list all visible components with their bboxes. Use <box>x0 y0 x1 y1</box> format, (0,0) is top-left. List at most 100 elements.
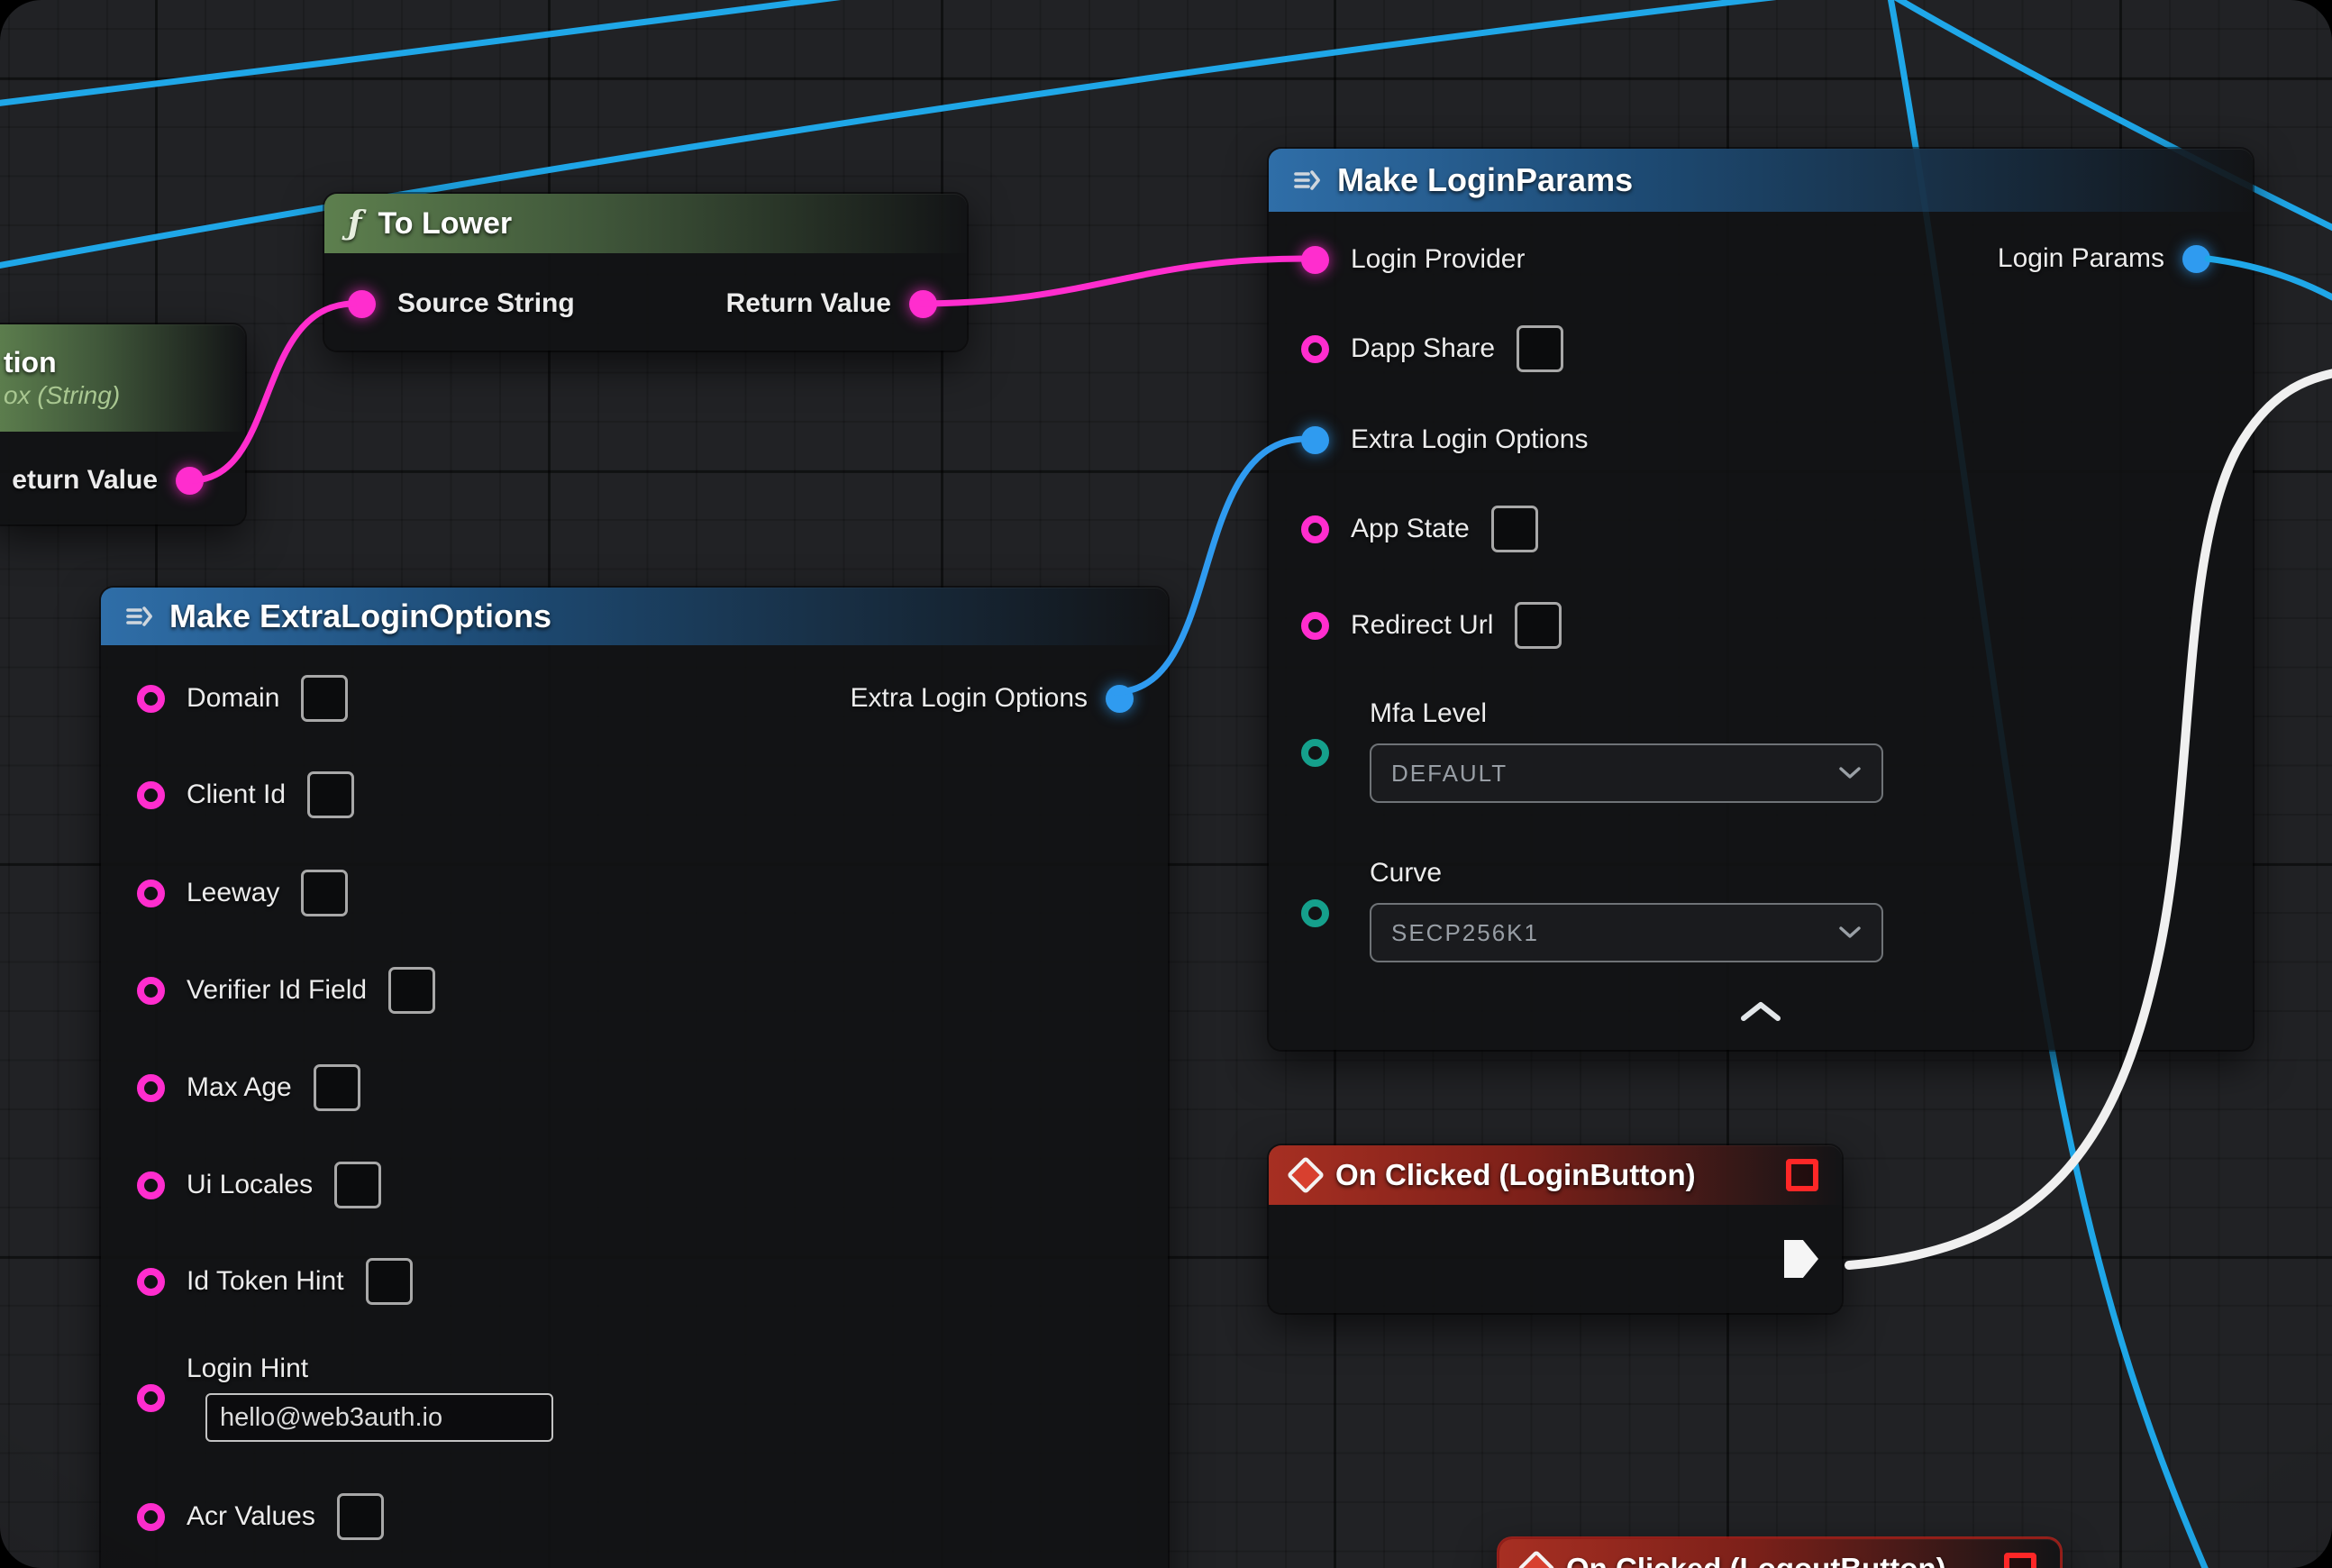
wire-tolower-to-login-provider[interactable] <box>915 259 1305 304</box>
pin-label: Client Id <box>187 779 286 810</box>
wire-cyan-topleft-2[interactable] <box>0 0 1027 106</box>
pin-acr-values[interactable] <box>137 1503 165 1531</box>
node-make-extra-login-options[interactable]: Make ExtraLoginOptions Domain Extra Logi… <box>101 588 1168 1568</box>
pin-ui-locales[interactable] <box>137 1171 165 1199</box>
pin-login-provider[interactable] <box>1301 246 1329 274</box>
node-title: tion <box>4 346 57 379</box>
pin-id-token-hint[interactable] <box>137 1268 165 1296</box>
pin-label: Extra Login Options <box>851 683 1088 714</box>
pin-dapp-share[interactable] <box>1301 335 1329 363</box>
pin-row-client-id: Client Id <box>137 770 354 819</box>
acr-values-checkbox[interactable] <box>337 1493 384 1540</box>
pin-mfa-level[interactable] <box>1301 739 1329 767</box>
dapp-share-checkbox[interactable] <box>1517 325 1563 372</box>
pin-label: Domain <box>187 683 279 714</box>
pin-row-return-value: eturn Value <box>12 456 204 505</box>
pin-label: Source String <box>397 288 575 319</box>
pin-max-age[interactable] <box>137 1074 165 1102</box>
id-token-hint-checkbox[interactable] <box>366 1258 413 1305</box>
pin-login-hint[interactable] <box>137 1384 165 1412</box>
pin-row-domain: Domain <box>137 674 348 723</box>
node-make-login-params[interactable]: Make LoginParams Login Provider Login Pa… <box>1269 149 2253 1050</box>
login-hint-label: Login Hint <box>187 1354 308 1384</box>
pin-client-id[interactable] <box>137 781 165 809</box>
collapse-node-button[interactable] <box>1739 999 1782 1027</box>
blueprint-canvas[interactable]: tion ox (String) eturn Value ƒ To Lower … <box>0 0 2332 1568</box>
client-id-checkbox[interactable] <box>307 771 354 818</box>
node-to-lower[interactable]: ƒ To Lower Source String Return Value <box>324 194 967 351</box>
pin-return-value[interactable] <box>176 467 204 495</box>
pin-domain[interactable] <box>137 685 165 713</box>
pin-extra-login-options-in[interactable] <box>1301 426 1329 454</box>
pin-label: Id Token Hint <box>187 1266 344 1297</box>
event-diamond-icon <box>1287 1156 1325 1194</box>
pin-row-app-state: App State <box>1301 505 1538 553</box>
pin-verifier-id-field[interactable] <box>137 977 165 1005</box>
pin-return-value[interactable] <box>909 290 937 318</box>
redirect-url-checkbox[interactable] <box>1515 602 1562 649</box>
curve-label: Curve <box>1370 858 1442 889</box>
pin-label: Verifier Id Field <box>187 975 367 1006</box>
pin-label: Acr Values <box>187 1501 315 1532</box>
pin-label: Ui Locales <box>187 1170 313 1200</box>
pin-label: Login Provider <box>1351 244 1525 275</box>
pin-source-string[interactable] <box>348 290 376 318</box>
mfa-level-dropdown[interactable]: DEFAULT <box>1370 743 1883 803</box>
node-header[interactable]: ƒ To Lower <box>324 194 967 253</box>
chevron-down-icon <box>1838 766 1862 780</box>
node-subtitle: ox (String) <box>4 381 120 410</box>
pin-row-dapp-share: Dapp Share <box>1301 324 1563 373</box>
node-on-clicked-logout-button[interactable]: On Clicked (LogoutButton) <box>1499 1539 2060 1568</box>
function-icon: ƒ <box>348 205 362 242</box>
pin-extra-login-options-out[interactable] <box>1106 685 1134 713</box>
exec-output-pin[interactable] <box>1784 1240 1818 1278</box>
pin-label: Extra Login Options <box>1351 424 1588 455</box>
mfa-level-value: DEFAULT <box>1391 760 1508 788</box>
pin-row-leeway: Leeway <box>137 869 348 917</box>
pin-row-extra-login-options-out: Extra Login Options <box>851 674 1134 723</box>
chevron-down-icon <box>1838 925 1862 940</box>
pin-row-return-value: Return Value <box>726 279 937 328</box>
curve-dropdown[interactable]: SECP256K1 <box>1370 903 1883 962</box>
node-header[interactable]: On Clicked (LogoutButton) <box>1499 1539 2060 1568</box>
node-title: To Lower <box>378 206 513 242</box>
node-title: On Clicked (LogoutButton) <box>1566 1552 1946 1568</box>
node-partial-function[interactable]: tion ox (String) eturn Value <box>0 324 245 524</box>
node-title: Make LoginParams <box>1337 161 1633 199</box>
pin-leeway[interactable] <box>137 880 165 907</box>
pin-label: Login Params <box>1998 243 2164 274</box>
node-header[interactable]: On Clicked (LoginButton) <box>1269 1145 1842 1205</box>
pin-curve[interactable] <box>1301 899 1329 927</box>
pin-redirect-url[interactable] <box>1301 612 1329 640</box>
node-title: On Clicked (LoginButton) <box>1335 1158 1696 1192</box>
pin-login-params-out[interactable] <box>2182 245 2210 273</box>
node-on-clicked-login-button[interactable]: On Clicked (LoginButton) <box>1269 1145 1842 1313</box>
node-header[interactable]: tion ox (String) <box>0 324 245 432</box>
mfa-level-label: Mfa Level <box>1370 698 1487 729</box>
app-state-checkbox[interactable] <box>1491 506 1538 552</box>
pin-label: Return Value <box>726 288 891 319</box>
pin-row-acr-values: Acr Values <box>137 1492 384 1541</box>
delegate-pin[interactable] <box>1786 1159 1818 1191</box>
event-diamond-icon <box>1517 1550 1555 1568</box>
delegate-pin[interactable] <box>2004 1553 2036 1568</box>
pin-app-state[interactable] <box>1301 515 1329 543</box>
leeway-checkbox[interactable] <box>301 870 348 916</box>
verifier-id-field-checkbox[interactable] <box>388 967 435 1014</box>
pin-row-id-token-hint: Id Token Hint <box>137 1257 413 1306</box>
pin-row-ui-locales: Ui Locales <box>137 1161 381 1209</box>
node-header[interactable]: Make LoginParams <box>1269 149 2253 212</box>
domain-checkbox[interactable] <box>301 675 348 722</box>
pin-row-max-age: Max Age <box>137 1063 360 1112</box>
ui-locales-checkbox[interactable] <box>334 1162 381 1208</box>
pin-row-login-params-out: Login Params <box>1998 234 2210 283</box>
pin-label: Redirect Url <box>1351 610 1493 641</box>
chevron-up-icon <box>1739 999 1782 1023</box>
node-header[interactable]: Make ExtraLoginOptions <box>101 588 1168 645</box>
make-struct-icon <box>1292 166 1321 195</box>
pin-label: Max Age <box>187 1072 292 1103</box>
pin-row-redirect-url: Redirect Url <box>1301 601 1562 650</box>
max-age-checkbox[interactable] <box>314 1064 360 1111</box>
login-hint-input[interactable] <box>205 1393 553 1442</box>
pin-label: eturn Value <box>12 465 158 496</box>
